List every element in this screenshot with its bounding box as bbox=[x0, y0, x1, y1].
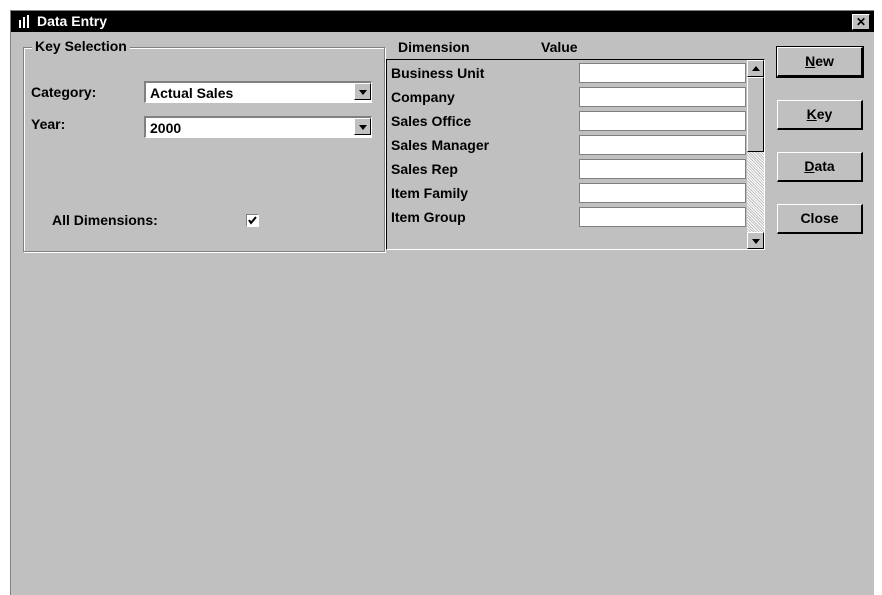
value-field-sales-office[interactable] bbox=[579, 111, 746, 131]
new-label: ew bbox=[815, 53, 834, 69]
key-selection-legend: Key Selection bbox=[32, 38, 130, 54]
dimension-label-item-group: Item Group bbox=[391, 209, 466, 225]
dimension-label-company: Company bbox=[391, 89, 455, 105]
dimension-label-sales-office: Sales Office bbox=[391, 113, 472, 129]
close-button[interactable]: Close bbox=[777, 204, 863, 234]
value-field-sales-rep[interactable] bbox=[579, 159, 746, 179]
year-label: Year: bbox=[31, 116, 66, 132]
scroll-thumb[interactable] bbox=[747, 77, 764, 152]
window-title: Data Entry bbox=[37, 13, 108, 29]
value-field-item-group[interactable] bbox=[579, 207, 746, 227]
value-column-header: Value bbox=[541, 39, 578, 55]
key-selection-group: Key Selection Category: Actual Sales Yea… bbox=[23, 38, 385, 252]
value-field-sales-manager[interactable] bbox=[579, 135, 746, 155]
app-icon bbox=[19, 15, 29, 28]
data-accel: D bbox=[804, 158, 815, 174]
data-label: ata bbox=[814, 158, 835, 174]
close-icon[interactable]: ✕ bbox=[852, 14, 870, 30]
all-dimensions-checkbox[interactable] bbox=[246, 214, 259, 227]
dimension-label-business-unit: Business Unit bbox=[391, 65, 485, 81]
chevron-down-icon bbox=[359, 90, 367, 95]
dimension-column-header: Dimension bbox=[398, 39, 470, 55]
value-field-company[interactable] bbox=[579, 87, 746, 107]
year-select[interactable]: 2000 bbox=[144, 116, 372, 138]
key-button[interactable]: Key bbox=[777, 100, 863, 130]
scroll-down-button[interactable] bbox=[747, 232, 764, 249]
title-bar[interactable]: Data Entry ✕ bbox=[11, 11, 874, 32]
data-entry-window: Data Entry ✕ Key Selection Category: Act… bbox=[10, 10, 874, 595]
dimension-label-sales-manager: Sales Manager bbox=[391, 137, 490, 153]
vertical-scrollbar[interactable] bbox=[747, 60, 764, 249]
dimension-label-sales-rep: Sales Rep bbox=[391, 161, 458, 177]
new-accel: N bbox=[805, 53, 816, 69]
checkmark-icon bbox=[248, 216, 257, 225]
value-field-business-unit[interactable] bbox=[579, 63, 746, 83]
year-value: 2000 bbox=[150, 120, 182, 136]
key-accel: K bbox=[806, 106, 817, 122]
year-dropdown-button[interactable] bbox=[354, 118, 371, 135]
all-dimensions-label: All Dimensions: bbox=[52, 212, 158, 228]
scroll-up-button[interactable] bbox=[747, 60, 764, 77]
arrow-down-icon bbox=[752, 239, 760, 244]
category-value: Actual Sales bbox=[150, 85, 234, 101]
key-label: ey bbox=[816, 106, 833, 122]
category-label: Category: bbox=[31, 84, 97, 100]
data-button[interactable]: Data bbox=[777, 152, 863, 182]
dimension-label-item-family: Item Family bbox=[391, 185, 469, 201]
chevron-down-icon bbox=[359, 125, 367, 130]
dimension-list: Business Unit Company Sales Office Sales… bbox=[386, 59, 765, 250]
category-dropdown-button[interactable] bbox=[354, 83, 371, 100]
category-select[interactable]: Actual Sales bbox=[144, 81, 372, 103]
value-field-item-family[interactable] bbox=[579, 183, 746, 203]
arrow-up-icon bbox=[752, 66, 760, 71]
new-button[interactable]: New bbox=[776, 46, 864, 78]
